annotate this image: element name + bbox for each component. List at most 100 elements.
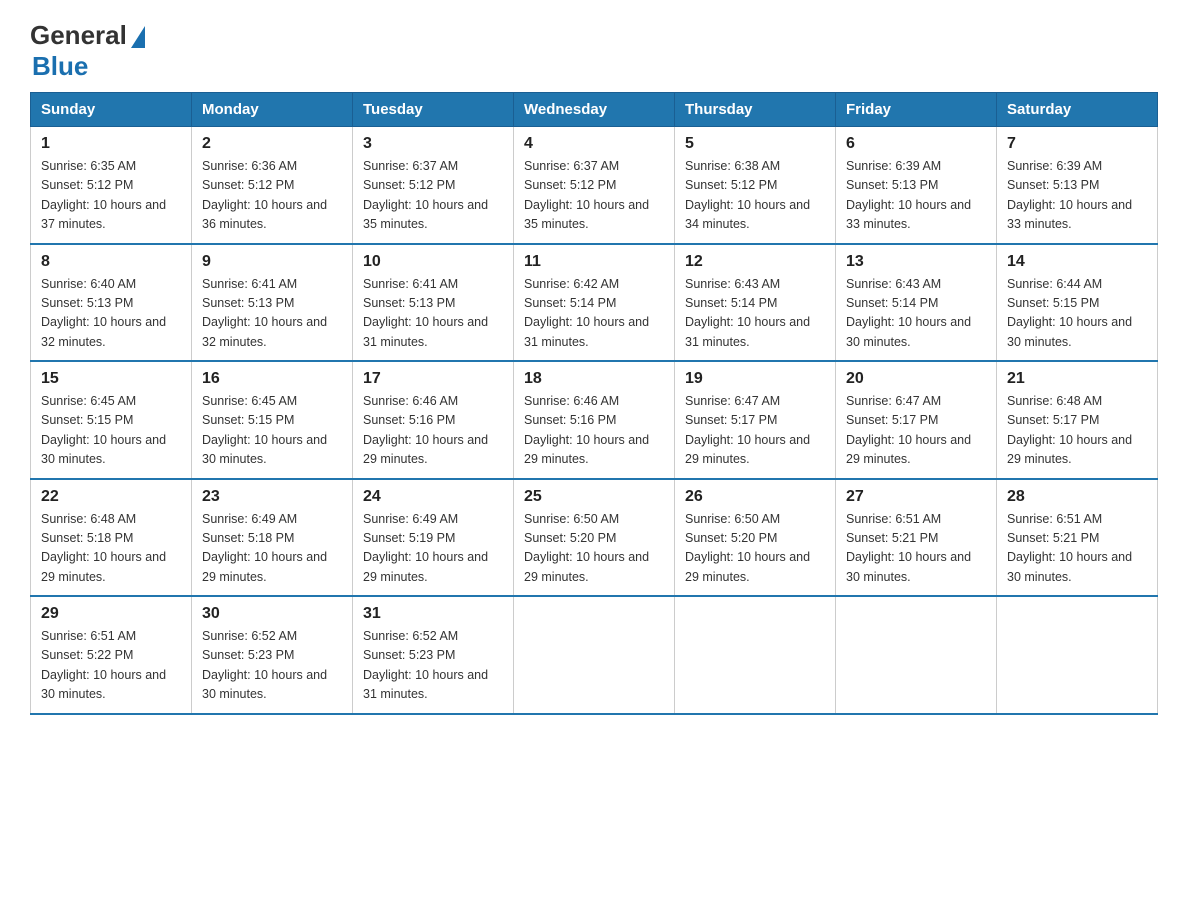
calendar-cell: 31 Sunrise: 6:52 AMSunset: 5:23 PMDayligh… bbox=[353, 596, 514, 714]
calendar-cell: 28 Sunrise: 6:51 AMSunset: 5:21 PMDayligh… bbox=[997, 479, 1158, 597]
day-number: 3 bbox=[363, 135, 503, 153]
calendar-table: SundayMondayTuesdayWednesdayThursdayFrid… bbox=[30, 92, 1158, 715]
calendar-week-row: 22Sunrise: 6:48 AMSunset: 5:18 PMDayligh… bbox=[31, 479, 1158, 597]
day-info: Sunrise: 6:50 AMSunset: 5:20 PMDaylight:… bbox=[524, 510, 664, 588]
calendar-cell: 19Sunrise: 6:47 AMSunset: 5:17 PMDayligh… bbox=[675, 361, 836, 479]
calendar-header: SundayMondayTuesdayWednesdayThursdayFrid… bbox=[31, 93, 1158, 127]
day-info: Sunrise: 6:41 AMSunset: 5:13 PMDaylight:… bbox=[363, 275, 503, 353]
day-info: Sunrise: 6:49 AMSunset: 5:18 PMDaylight:… bbox=[202, 510, 342, 588]
weekday-header-monday: Monday bbox=[192, 93, 353, 127]
calendar-cell: 4 Sunrise: 6:37 AMSunset: 5:12 PMDaylight… bbox=[514, 127, 675, 244]
calendar-body: 1 Sunrise: 6:35 AMSunset: 5:12 PMDaylight… bbox=[31, 127, 1158, 714]
calendar-cell: 17 Sunrise: 6:46 AMSunset: 5:16 PMDayligh… bbox=[353, 361, 514, 479]
day-info: Sunrise: 6:39 AMSunset: 5:13 PMDaylight:… bbox=[846, 157, 986, 235]
day-number: 10 bbox=[363, 253, 503, 271]
day-number: 12 bbox=[685, 253, 825, 271]
calendar-cell: 1 Sunrise: 6:35 AMSunset: 5:12 PMDaylight… bbox=[31, 127, 192, 244]
calendar-cell bbox=[997, 596, 1158, 714]
calendar-cell: 11 Sunrise: 6:42 AMSunset: 5:14 PMDayligh… bbox=[514, 244, 675, 362]
day-number: 6 bbox=[846, 135, 986, 153]
day-info: Sunrise: 6:48 AMSunset: 5:17 PMDaylight:… bbox=[1007, 392, 1147, 470]
calendar-cell: 2 Sunrise: 6:36 AMSunset: 5:12 PMDaylight… bbox=[192, 127, 353, 244]
day-info: Sunrise: 6:48 AMSunset: 5:18 PMDaylight:… bbox=[41, 510, 181, 588]
day-number: 2 bbox=[202, 135, 342, 153]
day-info: Sunrise: 6:42 AMSunset: 5:14 PMDaylight:… bbox=[524, 275, 664, 353]
day-info: Sunrise: 6:35 AMSunset: 5:12 PMDaylight:… bbox=[41, 157, 181, 235]
day-info: Sunrise: 6:49 AMSunset: 5:19 PMDaylight:… bbox=[363, 510, 503, 588]
calendar-week-row: 8 Sunrise: 6:40 AMSunset: 5:13 PMDaylight… bbox=[31, 244, 1158, 362]
day-info: Sunrise: 6:45 AMSunset: 5:15 PMDaylight:… bbox=[41, 392, 181, 470]
day-number: 28 bbox=[1007, 488, 1147, 506]
day-number: 23 bbox=[202, 488, 342, 506]
calendar-cell: 18Sunrise: 6:46 AMSunset: 5:16 PMDayligh… bbox=[514, 361, 675, 479]
day-number: 9 bbox=[202, 253, 342, 271]
day-info: Sunrise: 6:39 AMSunset: 5:13 PMDaylight:… bbox=[1007, 157, 1147, 235]
logo-general-text: General bbox=[30, 20, 127, 51]
weekday-header-sunday: Sunday bbox=[31, 93, 192, 127]
day-number: 31 bbox=[363, 605, 503, 623]
day-info: Sunrise: 6:44 AMSunset: 5:15 PMDaylight:… bbox=[1007, 275, 1147, 353]
calendar-cell: 23 Sunrise: 6:49 AMSunset: 5:18 PMDayligh… bbox=[192, 479, 353, 597]
weekday-header-friday: Friday bbox=[836, 93, 997, 127]
calendar-cell: 14 Sunrise: 6:44 AMSunset: 5:15 PMDayligh… bbox=[997, 244, 1158, 362]
day-info: Sunrise: 6:52 AMSunset: 5:23 PMDaylight:… bbox=[202, 627, 342, 705]
day-number: 17 bbox=[363, 370, 503, 388]
calendar-cell: 8 Sunrise: 6:40 AMSunset: 5:13 PMDaylight… bbox=[31, 244, 192, 362]
day-number: 1 bbox=[41, 135, 181, 153]
day-number: 25 bbox=[524, 488, 664, 506]
day-number: 29 bbox=[41, 605, 181, 623]
day-info: Sunrise: 6:40 AMSunset: 5:13 PMDaylight:… bbox=[41, 275, 181, 353]
calendar-cell: 5 Sunrise: 6:38 AMSunset: 5:12 PMDaylight… bbox=[675, 127, 836, 244]
day-number: 21 bbox=[1007, 370, 1147, 388]
day-info: Sunrise: 6:46 AMSunset: 5:16 PMDaylight:… bbox=[363, 392, 503, 470]
day-number: 24 bbox=[363, 488, 503, 506]
day-number: 27 bbox=[846, 488, 986, 506]
day-info: Sunrise: 6:52 AMSunset: 5:23 PMDaylight:… bbox=[363, 627, 503, 705]
logo-triangle-icon bbox=[131, 26, 145, 48]
weekday-header-thursday: Thursday bbox=[675, 93, 836, 127]
day-info: Sunrise: 6:47 AMSunset: 5:17 PMDaylight:… bbox=[846, 392, 986, 470]
day-number: 11 bbox=[524, 253, 664, 271]
calendar-cell: 27 Sunrise: 6:51 AMSunset: 5:21 PMDayligh… bbox=[836, 479, 997, 597]
calendar-cell: 9Sunrise: 6:41 AMSunset: 5:13 PMDaylight… bbox=[192, 244, 353, 362]
calendar-cell: 30Sunrise: 6:52 AMSunset: 5:23 PMDayligh… bbox=[192, 596, 353, 714]
day-info: Sunrise: 6:38 AMSunset: 5:12 PMDaylight:… bbox=[685, 157, 825, 235]
weekday-header-row: SundayMondayTuesdayWednesdayThursdayFrid… bbox=[31, 93, 1158, 127]
calendar-week-row: 29 Sunrise: 6:51 AMSunset: 5:22 PMDayligh… bbox=[31, 596, 1158, 714]
day-info: Sunrise: 6:51 AMSunset: 5:22 PMDaylight:… bbox=[41, 627, 181, 705]
calendar-cell bbox=[675, 596, 836, 714]
day-number: 15 bbox=[41, 370, 181, 388]
day-number: 8 bbox=[41, 253, 181, 271]
day-info: Sunrise: 6:46 AMSunset: 5:16 PMDaylight:… bbox=[524, 392, 664, 470]
calendar-cell: 22Sunrise: 6:48 AMSunset: 5:18 PMDayligh… bbox=[31, 479, 192, 597]
day-number: 5 bbox=[685, 135, 825, 153]
calendar-cell: 25 Sunrise: 6:50 AMSunset: 5:20 PMDayligh… bbox=[514, 479, 675, 597]
day-info: Sunrise: 6:51 AMSunset: 5:21 PMDaylight:… bbox=[1007, 510, 1147, 588]
calendar-cell: 3 Sunrise: 6:37 AMSunset: 5:12 PMDaylight… bbox=[353, 127, 514, 244]
day-number: 14 bbox=[1007, 253, 1147, 271]
calendar-cell: 13 Sunrise: 6:43 AMSunset: 5:14 PMDayligh… bbox=[836, 244, 997, 362]
calendar-cell: 15 Sunrise: 6:45 AMSunset: 5:15 PMDayligh… bbox=[31, 361, 192, 479]
day-info: Sunrise: 6:51 AMSunset: 5:21 PMDaylight:… bbox=[846, 510, 986, 588]
calendar-cell bbox=[514, 596, 675, 714]
day-number: 20 bbox=[846, 370, 986, 388]
calendar-cell: 16Sunrise: 6:45 AMSunset: 5:15 PMDayligh… bbox=[192, 361, 353, 479]
page-header: General Blue bbox=[30, 20, 1158, 82]
day-number: 4 bbox=[524, 135, 664, 153]
weekday-header-tuesday: Tuesday bbox=[353, 93, 514, 127]
day-info: Sunrise: 6:36 AMSunset: 5:12 PMDaylight:… bbox=[202, 157, 342, 235]
logo: General Blue bbox=[30, 20, 145, 82]
day-number: 13 bbox=[846, 253, 986, 271]
day-info: Sunrise: 6:50 AMSunset: 5:20 PMDaylight:… bbox=[685, 510, 825, 588]
day-number: 26 bbox=[685, 488, 825, 506]
day-info: Sunrise: 6:43 AMSunset: 5:14 PMDaylight:… bbox=[685, 275, 825, 353]
calendar-cell: 20 Sunrise: 6:47 AMSunset: 5:17 PMDayligh… bbox=[836, 361, 997, 479]
day-info: Sunrise: 6:37 AMSunset: 5:12 PMDaylight:… bbox=[363, 157, 503, 235]
weekday-header-saturday: Saturday bbox=[997, 93, 1158, 127]
calendar-cell: 12 Sunrise: 6:43 AMSunset: 5:14 PMDayligh… bbox=[675, 244, 836, 362]
day-info: Sunrise: 6:37 AMSunset: 5:12 PMDaylight:… bbox=[524, 157, 664, 235]
day-info: Sunrise: 6:43 AMSunset: 5:14 PMDaylight:… bbox=[846, 275, 986, 353]
calendar-week-row: 15 Sunrise: 6:45 AMSunset: 5:15 PMDayligh… bbox=[31, 361, 1158, 479]
logo-blue-text: Blue bbox=[32, 51, 88, 82]
calendar-cell: 26 Sunrise: 6:50 AMSunset: 5:20 PMDayligh… bbox=[675, 479, 836, 597]
